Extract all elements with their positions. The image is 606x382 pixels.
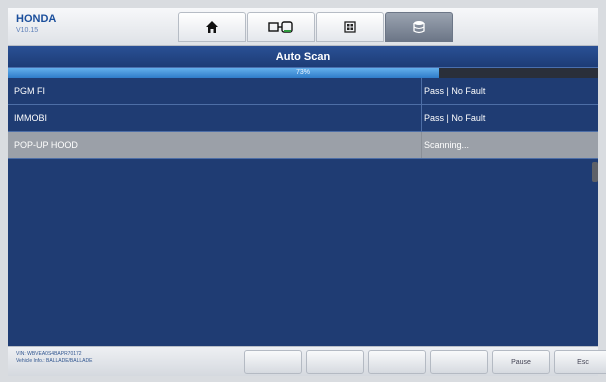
grid-settings-icon bbox=[344, 21, 356, 33]
page-title: Auto Scan bbox=[8, 46, 598, 68]
column-divider bbox=[421, 78, 422, 104]
tab-grid-settings[interactable] bbox=[316, 12, 384, 42]
vehicle-make: HONDA bbox=[16, 13, 57, 25]
tab-home[interactable] bbox=[178, 12, 246, 42]
scan-progress-bar: 73% bbox=[8, 68, 598, 78]
scan-results-list: PGM FI Pass | No Fault IMMOBI Pass | No … bbox=[8, 78, 598, 159]
column-divider bbox=[421, 132, 422, 158]
app-frame: HONDA V10.15 Auto Scan 73% PGM FI Pass |… bbox=[0, 0, 606, 382]
brand: HONDA V10.15 bbox=[16, 13, 56, 36]
scan-row-pop-up-hood[interactable]: POP-UP HOOD Scanning... bbox=[8, 132, 598, 159]
database-icon bbox=[413, 21, 425, 34]
system-result: Scanning... bbox=[424, 140, 470, 150]
tab-database[interactable] bbox=[385, 12, 453, 42]
function-button-4[interactable] bbox=[430, 350, 488, 374]
vehicle-info: VIN: WBVEA0S4BAPR70172 Vehicle Info.: BA… bbox=[16, 351, 92, 365]
system-result: Pass | No Fault bbox=[424, 113, 486, 123]
scan-row-pgm-fi[interactable]: PGM FI Pass | No Fault bbox=[8, 78, 598, 105]
progress-label: 73% bbox=[295, 69, 310, 76]
system-name: PGM FI bbox=[14, 86, 45, 96]
auto-scan-panel: Auto Scan 73% PGM FI Pass | No Fault IMM… bbox=[8, 46, 598, 346]
column-divider bbox=[421, 105, 422, 131]
footer-bar: VIN: WBVEA0S4BAPR70172 Vehicle Info.: BA… bbox=[8, 346, 606, 376]
tab-vehicle-connector[interactable] bbox=[247, 12, 315, 42]
system-name: POP-UP HOOD bbox=[14, 140, 78, 150]
top-bar: HONDA V10.15 bbox=[8, 8, 598, 46]
function-button-3[interactable] bbox=[368, 350, 426, 374]
scan-row-immobi[interactable]: IMMOBI Pass | No Fault bbox=[8, 105, 598, 132]
software-version: V10.15 bbox=[16, 27, 39, 34]
system-result: Pass | No Fault bbox=[424, 86, 486, 96]
home-icon bbox=[206, 21, 218, 33]
system-name: IMMOBI bbox=[14, 113, 47, 123]
vehicle-connector-icon bbox=[268, 21, 293, 33]
esc-button[interactable]: Esc bbox=[554, 350, 606, 374]
footer-buttons: Pause Esc bbox=[244, 350, 606, 374]
function-button-2[interactable] bbox=[306, 350, 364, 374]
pause-button[interactable]: Pause bbox=[492, 350, 550, 374]
vehicle-info-text: Vehicle Info.: BALLADE/BALLADE bbox=[16, 358, 93, 364]
nav-tabs bbox=[178, 12, 454, 44]
vin-text: VIN: WBVEA0S4BAPR70172 bbox=[16, 351, 82, 357]
function-button-1[interactable] bbox=[244, 350, 302, 374]
scrollbar-handle[interactable] bbox=[592, 162, 598, 182]
